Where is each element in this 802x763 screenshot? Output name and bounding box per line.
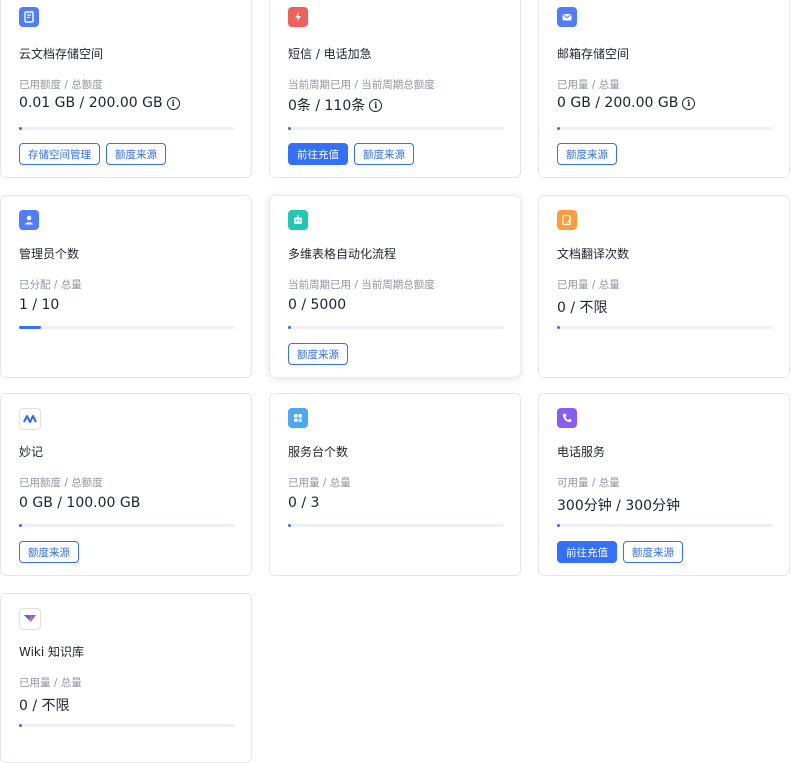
quota-source-button[interactable]: 额度来源 [623,541,683,563]
card-metric-value: 0 / 3 [288,495,319,511]
usage-fill [19,127,22,130]
usage-bar [557,326,773,329]
usage-bar [557,127,773,130]
usage-fill [288,127,291,130]
value-text: 1 / 10 [19,297,60,313]
card-metric-value: 0 GB / 200.00 GB i [557,95,696,111]
usage-fill [557,524,560,527]
usage-fill [288,524,291,527]
value-text: 0.01 GB / 200.00 GB [19,95,163,111]
mail-icon [557,7,577,27]
card-metric-value: 0 / 5000 [288,297,346,313]
card-metric-value: 0条 / 110条 i [288,95,383,115]
value-text: 0 GB / 200.00 GB [557,95,679,111]
value-text: 0 / 3 [288,495,320,511]
storage-manage-button[interactable]: 存储空间管理 [19,143,100,165]
quota-card-mail-storage: 邮箱存储空间 已用量 / 总量 0 GB / 200.00 GB i 额度来源 [538,0,790,178]
recharge-button[interactable]: 前往充值 [288,143,348,165]
value-text: 0 GB / 100.00 GB [19,495,141,511]
lightning-icon [288,7,308,27]
usage-fill [557,326,560,329]
phone-icon [557,408,577,428]
card-metric-label: 已用量 / 总量 [557,279,620,291]
quota-card-sms-call: 短信 / 电话加急 当前周期已用 / 当前周期总额度 0条 / 110条 i 前往… [269,0,521,178]
quota-source-button[interactable]: 额度来源 [354,143,414,165]
quota-card-automation: 多维表格自动化流程 当前周期已用 / 当前周期总额度 0 / 5000 额度来源 [269,195,521,378]
usage-fill [288,326,291,329]
value-text: 0条 / 110条 [288,98,366,114]
card-metric-label: 可用量 / 总量 [557,477,620,489]
card-title: 文档翻译次数 [557,247,630,261]
helpdesk-icon [288,408,308,428]
card-title: 管理员个数 [19,247,80,261]
quota-source-button[interactable]: 额度来源 [288,343,348,365]
card-title: 邮箱存储空间 [557,47,630,61]
card-title: 多维表格自动化流程 [288,247,397,261]
card-metric-value: 300分钟 / 300分钟 [557,495,680,515]
usage-bar [19,724,235,727]
card-metric-value: 1 / 10 [19,297,59,313]
card-metric-label: 已用额度 / 总额度 [19,79,103,91]
card-metric-label: 已用量 / 总量 [557,79,620,91]
usage-fill [19,326,41,329]
usage-fill [19,724,22,727]
card-metric-label: 已用额度 / 总额度 [19,477,103,489]
quota-card-cloud-docs: 云文档存储空间 已用额度 / 总额度 0.01 GB / 200.00 GB i … [0,0,252,178]
minutes-icon [19,408,41,430]
card-title: 短信 / 电话加急 [288,47,372,61]
card-title: 电话服务 [557,445,606,459]
quota-card-phone-service: 电话服务 可用量 / 总量 300分钟 / 300分钟 前往充值 额度来源 [538,393,790,576]
quota-source-button[interactable]: 额度来源 [557,143,617,165]
card-title: Wiki 知识库 [19,645,85,659]
quota-card-doc-translation: 文档翻译次数 已用量 / 总量 0 / 不限 [538,195,790,378]
quota-card-wiki: Wiki 知识库 已用量 / 总量 0 / 不限 [0,593,252,763]
card-metric-label: 当前周期已用 / 当前周期总额度 [288,79,435,91]
info-icon[interactable]: i [369,98,383,112]
quota-source-button[interactable]: 额度来源 [19,541,79,563]
card-title: 服务台个数 [288,445,349,459]
usage-bar [19,326,235,329]
usage-fill [557,127,560,130]
quota-card-minutes: 妙记 已用额度 / 总额度 0 GB / 100.00 GB 额度来源 [0,393,252,576]
card-metric-value: 0 / 不限 [19,695,70,715]
usage-bar [288,524,504,527]
usage-bar [19,524,235,527]
info-icon[interactable]: i [166,96,180,110]
card-metric-label: 已分配 / 总量 [19,279,82,291]
quota-card-helpdesk: 服务台个数 已用量 / 总量 0 / 3 [269,393,521,576]
info-icon[interactable]: i [682,96,696,110]
usage-fill [19,524,22,527]
card-metric-label: 当前周期已用 / 当前周期总额度 [288,279,435,291]
card-title: 云文档存储空间 [19,47,104,61]
card-metric-value: 0.01 GB / 200.00 GB i [19,95,180,111]
usage-bar [288,326,504,329]
card-metric-label: 已用量 / 总量 [19,677,82,689]
usage-bar [19,127,235,130]
doc-icon [19,7,39,27]
card-metric-label: 已用量 / 总量 [288,477,351,489]
usage-bar [288,127,504,130]
quota-card-admins: 管理员个数 已分配 / 总量 1 / 10 [0,195,252,378]
translate-icon [557,210,577,230]
value-text: 0 / 5000 [288,297,347,313]
robot-icon [288,210,308,230]
card-title: 妙记 [19,445,44,459]
card-metric-value: 0 / 不限 [557,297,608,317]
user-icon [19,210,39,230]
recharge-button[interactable]: 前往充值 [557,541,617,563]
value-text: 0 / 不限 [557,300,608,316]
wiki-icon [19,608,41,630]
quota-source-button[interactable]: 额度来源 [106,143,166,165]
value-text: 0 / 不限 [19,698,70,714]
card-metric-value: 0 GB / 100.00 GB [19,495,140,511]
usage-bar [557,524,773,527]
value-text: 300分钟 / 300分钟 [557,498,681,514]
